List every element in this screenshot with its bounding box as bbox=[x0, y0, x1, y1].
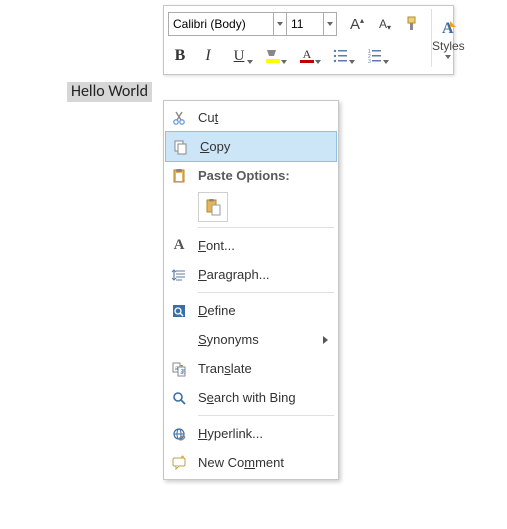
bold-button[interactable]: B bbox=[168, 44, 192, 68]
font-size-dropdown[interactable] bbox=[324, 12, 337, 36]
menu-item-define[interactable]: Define bbox=[164, 296, 338, 325]
menu-separator bbox=[198, 415, 334, 416]
svg-text:あ: あ bbox=[180, 369, 186, 376]
styles-button[interactable]: A Styles bbox=[431, 9, 465, 67]
menu-header-paste-options: Paste Options: bbox=[164, 161, 338, 190]
highlighter-icon bbox=[264, 47, 282, 65]
font-size-combo[interactable]: 11 bbox=[287, 12, 324, 36]
font-size-value: 11 bbox=[291, 17, 303, 31]
menu-item-cut[interactable]: Cut bbox=[164, 103, 338, 132]
menu-item-paragraph[interactable]: Paragraph... bbox=[164, 260, 338, 289]
document-selection[interactable]: Hello World bbox=[67, 82, 152, 102]
numbering-split-button[interactable]: 1 2 3 bbox=[360, 44, 390, 68]
font-name-dropdown[interactable] bbox=[274, 12, 287, 36]
context-menu: Cut Copy Paste Options: bbox=[163, 100, 339, 480]
font-name-value: Calibri (Body) bbox=[173, 17, 246, 31]
italic-button[interactable]: I bbox=[196, 44, 220, 68]
font-color-split-button[interactable]: A bbox=[292, 44, 322, 68]
svg-text:A: A bbox=[303, 47, 312, 61]
menu-label: Define bbox=[194, 303, 330, 318]
font-color-icon: A bbox=[298, 47, 316, 65]
highlight-split-button[interactable] bbox=[258, 44, 288, 68]
menu-label: Search with Bing bbox=[194, 390, 330, 405]
paragraph-icon bbox=[171, 267, 187, 283]
menu-label: Paste Options: bbox=[194, 168, 330, 183]
numbering-icon: 1 2 3 bbox=[366, 47, 384, 65]
bullets-icon bbox=[332, 47, 350, 65]
paste-keep-source-button[interactable] bbox=[198, 192, 228, 222]
menu-item-copy[interactable]: Copy bbox=[165, 131, 337, 162]
styles-label: Styles bbox=[432, 39, 465, 53]
menu-item-new-comment[interactable]: New Comment bbox=[164, 448, 338, 477]
font-name-combo[interactable]: Calibri (Body) bbox=[168, 12, 274, 36]
cut-icon bbox=[171, 110, 187, 126]
menu-label: Font... bbox=[194, 238, 330, 253]
bullets-split-button[interactable] bbox=[326, 44, 356, 68]
paste-icon bbox=[171, 168, 187, 184]
menu-item-synonyms[interactable]: Synonyms bbox=[164, 325, 338, 354]
menu-item-font[interactable]: A Font... bbox=[164, 231, 338, 260]
menu-item-hyperlink[interactable]: Hyperlink... bbox=[164, 419, 338, 448]
menu-label: Cut bbox=[194, 110, 330, 125]
comment-icon bbox=[171, 455, 187, 471]
menu-item-search-bing[interactable]: Search with Bing bbox=[164, 383, 338, 412]
menu-label: Hyperlink... bbox=[194, 426, 330, 441]
menu-separator bbox=[198, 292, 334, 293]
underline-split-button[interactable]: U bbox=[224, 44, 254, 68]
hyperlink-icon bbox=[171, 426, 187, 442]
increase-font-button[interactable]: A ▴ bbox=[345, 12, 369, 36]
menu-label: Paragraph... bbox=[194, 267, 330, 282]
menu-label: New Comment bbox=[194, 455, 330, 470]
paste-options-row bbox=[164, 190, 338, 224]
menu-label: Synonyms bbox=[194, 332, 323, 347]
menu-label: Copy bbox=[196, 139, 329, 154]
svg-text:3: 3 bbox=[368, 59, 371, 65]
mini-toolbar: Calibri (Body) 11 A ▴ A ▾ bbox=[163, 5, 454, 75]
decrease-font-button[interactable]: A ▾ bbox=[373, 12, 397, 36]
translate-icon: a あ bbox=[171, 361, 187, 377]
svg-text:A: A bbox=[442, 20, 454, 37]
menu-separator bbox=[198, 227, 334, 228]
submenu-arrow-icon bbox=[323, 336, 328, 344]
selected-text: Hello World bbox=[71, 82, 148, 101]
menu-label: Translate bbox=[194, 361, 330, 376]
menu-item-translate[interactable]: a あ Translate bbox=[164, 354, 338, 383]
font-a-icon: A bbox=[174, 237, 185, 254]
format-painter-button[interactable] bbox=[401, 12, 425, 36]
copy-icon bbox=[173, 139, 189, 155]
search-icon bbox=[171, 390, 187, 406]
define-icon bbox=[171, 303, 187, 319]
clipboard-icon bbox=[204, 198, 222, 216]
styles-icon: A bbox=[436, 17, 460, 39]
paintbrush-icon bbox=[404, 15, 422, 33]
